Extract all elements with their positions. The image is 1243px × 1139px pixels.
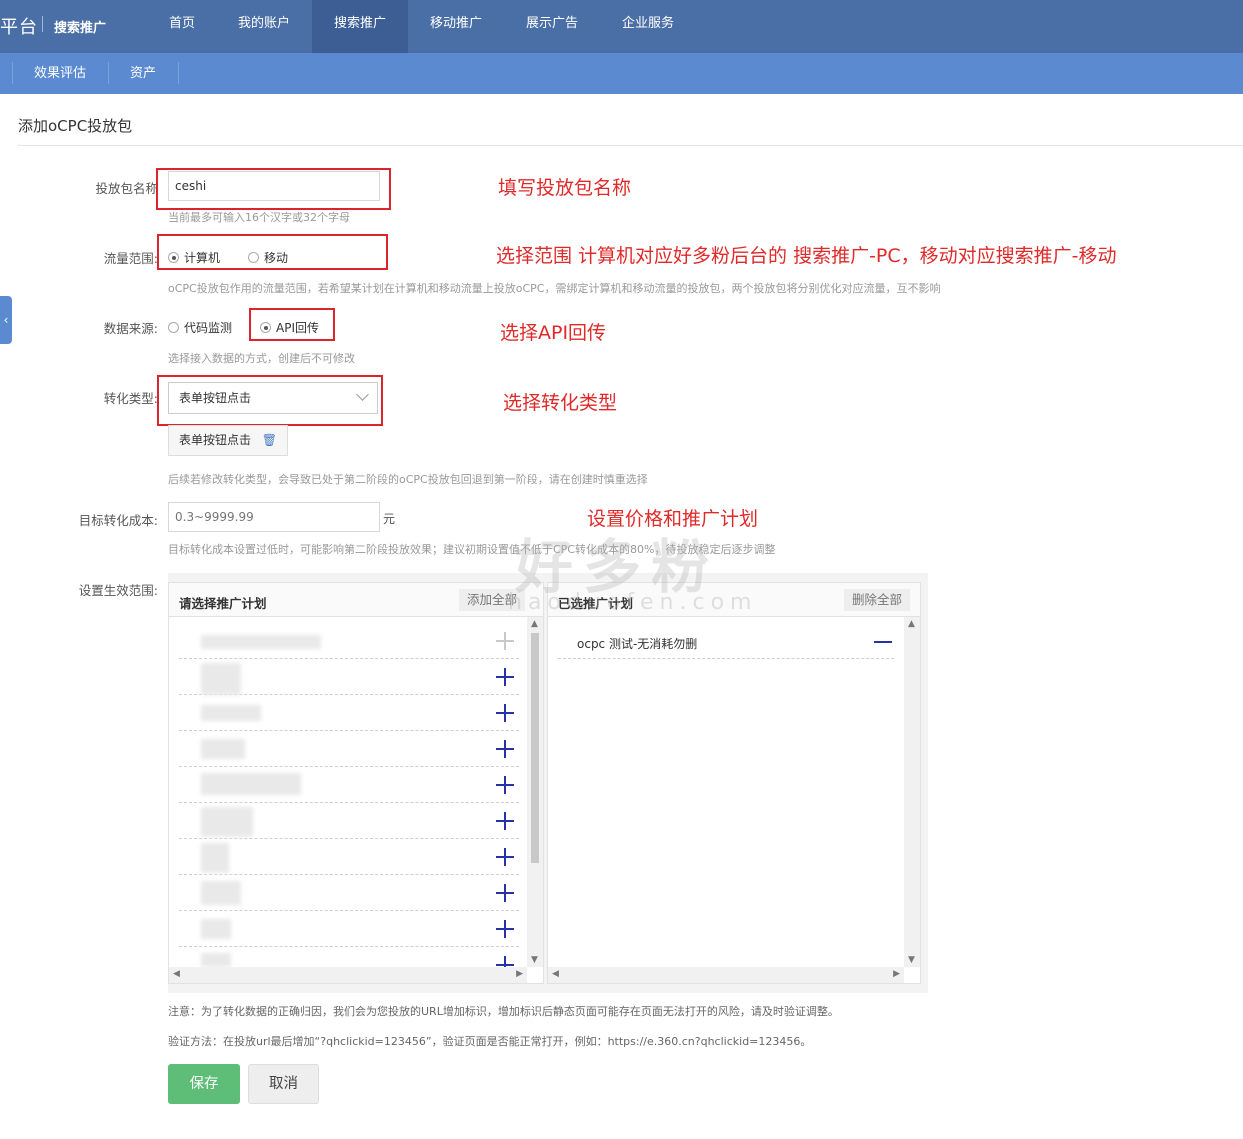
subnav-effect-evaluation[interactable]: 效果评估 [22,53,98,94]
brand-product-name: 搜索推广 [54,21,107,36]
conversion-tag-label: 表单按钮点击 [179,433,252,447]
annotation-source: 选择API回传 [500,322,607,344]
remove-all-button[interactable]: 删除全部 [843,589,910,611]
title-divider [18,145,1243,146]
radio-code-monitor-label: 代码监测 [184,321,233,335]
add-icon[interactable] [495,775,515,795]
annotation-box-name [156,168,391,210]
scrollbar-thumb[interactable] [531,633,539,863]
redacted-plan-name [201,807,253,837]
redacted-plan-name [201,843,229,873]
conversion-type-hint: 后续若修改转化类型，会导致已处于第二阶段的oCPC投放包回退到第一阶段，请在创建… [168,473,648,486]
available-plans-title: 请选择推广计划 [179,596,267,611]
conversion-type-label: 转化类型: [103,391,158,406]
annotation-box-conversion [157,375,383,426]
add-icon[interactable] [495,919,515,939]
conversion-type-tag: 表单按钮点击 🗑 [168,425,288,456]
list-item: ocpc 测试-无消耗勿删 [558,623,894,659]
annotation-traffic: 选择范围 计算机对应好多粉后台的 搜索推广-PC，移动对应搜索推广-移动 [496,245,1117,267]
add-icon[interactable] [495,847,515,867]
data-source-hint: 选择接入数据的方式，创建后不可修改 [168,352,355,365]
brand-logo[interactable]: 平台 [0,13,38,39]
list-item [179,767,519,803]
remove-icon[interactable] [874,641,892,643]
add-icon[interactable] [495,883,515,903]
traffic-range-hint: oCPC投放包作用的流量范围，若希望某计划在计算机和移动流量上投放oCPC，需绑… [168,282,941,295]
subnav-assets[interactable]: 资产 [118,53,168,94]
add-icon[interactable] [495,811,515,831]
scroll-down-icon[interactable]: ▼ [531,955,538,965]
list-item [179,695,519,731]
page-title: 添加oCPC投放包 [18,117,133,135]
redacted-plan-name [201,663,241,695]
target-cost-input[interactable] [168,502,380,532]
nav-enterprise-service[interactable]: 企业服务 [608,0,688,53]
redacted-plan-name [201,881,241,905]
scroll-down-icon[interactable]: ▼ [908,955,915,965]
scroll-right-icon[interactable]: ▶ [893,969,900,979]
package-name-label: 投放包名称 [95,181,158,196]
add-icon[interactable] [495,703,515,723]
nav-search-promotion[interactable]: 搜索推广 [312,0,408,53]
nav-my-account[interactable]: 我的账户 [224,0,304,53]
list-item [179,911,519,947]
redacted-plan-name [201,919,231,939]
vertical-scrollbar[interactable]: ▲ ▼ [904,617,920,967]
redacted-plan-name [201,739,245,759]
list-item [179,659,519,695]
subnav-divider [12,62,13,84]
url-note: 注意：为了转化数据的正确归因，我们会为您投放的URL增加标识，增加标识后静态页面… [168,1005,839,1018]
scroll-right-icon[interactable]: ▶ [516,969,523,979]
package-name-hint: 当前最多可输入16个汉字或32个字母 [168,211,350,224]
list-item [179,947,519,967]
selected-plans-panel: 已选推广计划 删除全部 ocpc 测试-无消耗勿删 ▲ ▼ ◀ ▶ [547,582,921,984]
redacted-plan-name [201,635,321,649]
radio-unchecked-icon [168,322,179,333]
redacted-plan-name [201,773,301,795]
add-icon[interactable] [495,739,515,759]
traffic-range-label: 流量范围: [103,251,158,266]
add-icon[interactable] [495,667,515,687]
nav-mobile-promotion[interactable]: 移动推广 [416,0,496,53]
horizontal-scrollbar[interactable]: ◀ ▶ [548,967,904,983]
list-item [179,839,519,875]
brand-divider [42,16,43,32]
list-item [179,623,519,659]
verify-note: 验证方法：在投放url最后增加“?qhclickid=123456”，验证页面是… [168,1035,812,1048]
add-icon[interactable] [495,631,515,651]
trash-icon[interactable]: 🗑 [262,426,277,455]
watermark-url: haoduofen.com [508,590,758,615]
save-button[interactable]: 保存 [168,1064,240,1104]
available-plans-header: 请选择推广计划 添加全部 [169,583,543,617]
scroll-up-icon[interactable]: ▲ [531,619,538,629]
radio-code-monitor[interactable]: 代码监测 [168,319,232,336]
redacted-plan-name [201,953,231,967]
target-cost-unit: 元 [383,512,396,526]
horizontal-scrollbar[interactable]: ◀ ▶ [169,967,527,983]
annotation-name: 填写投放包名称 [498,177,632,199]
list-item [179,875,519,911]
scroll-left-icon[interactable]: ◀ [173,969,180,979]
annotation-conversion: 选择转化类型 [503,392,618,414]
available-plans-panel: 请选择推广计划 添加全部 ▲ ▼ ◀ ▶ [168,582,544,984]
scroll-up-icon[interactable]: ▲ [908,619,915,629]
vertical-scrollbar[interactable]: ▲ ▼ [527,617,543,967]
cancel-button[interactable]: 取消 [248,1064,319,1104]
selected-plan-name: ocpc 测试-无消耗勿删 [577,637,698,651]
annotation-box-source [249,308,335,341]
subnav-divider [108,62,109,84]
subnav-divider [178,62,179,84]
redacted-plan-name [201,705,261,721]
data-source-label: 数据来源: [103,321,158,336]
scope-label: 设置生效范围: [78,583,158,598]
nav-display-ads[interactable]: 展示广告 [512,0,592,53]
list-item [179,731,519,767]
annotation-box-traffic [157,234,388,270]
target-cost-label: 目标转化成本: [78,513,158,528]
nav-home[interactable]: 首页 [152,0,212,53]
sub-nav-bar [0,53,1243,94]
add-icon[interactable] [495,955,515,967]
scroll-left-icon[interactable]: ◀ [552,969,559,979]
list-item [179,803,519,839]
